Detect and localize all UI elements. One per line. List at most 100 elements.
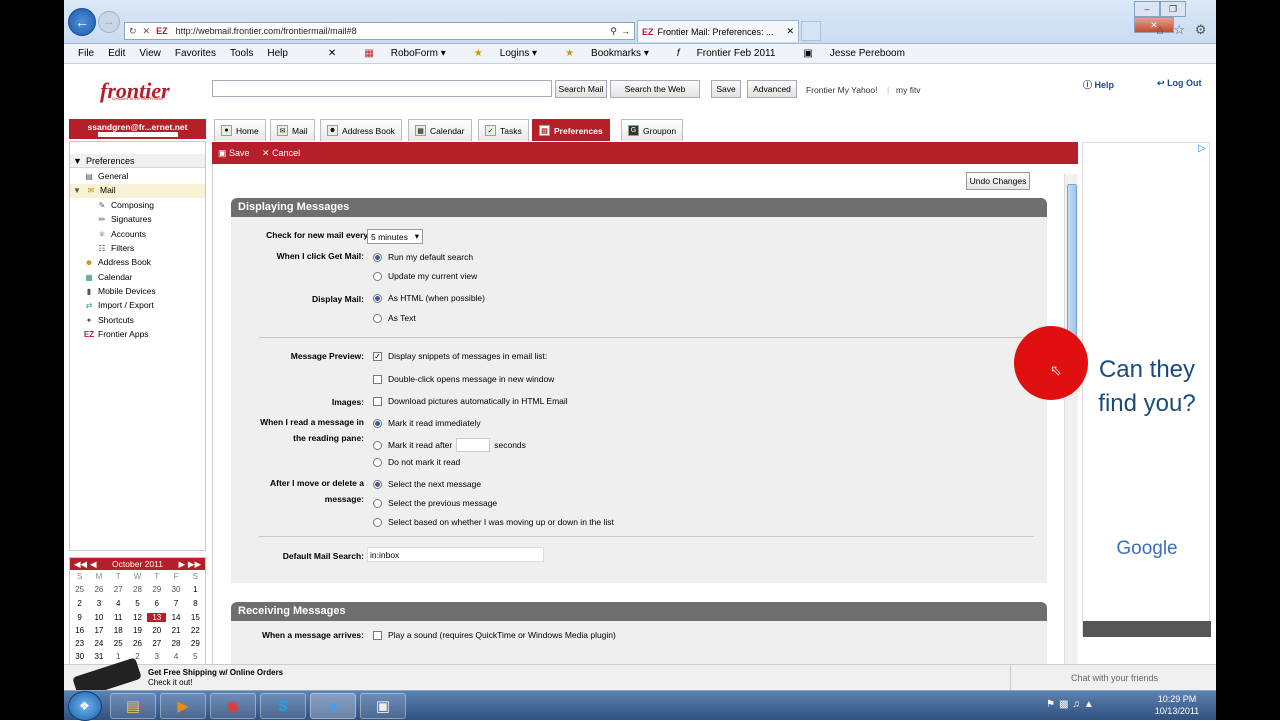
- calendar-day[interactable]: 25: [109, 639, 128, 648]
- calendar-day[interactable]: 6: [147, 599, 166, 608]
- calendar-day[interactable]: 21: [166, 626, 185, 635]
- calendar-day[interactable]: 31: [89, 652, 108, 661]
- fav-jesse[interactable]: ▣ Jesse Pereboom: [789, 48, 905, 59]
- gear-icon[interactable]: ⚙: [1195, 22, 1207, 37]
- radio-selected[interactable]: [373, 293, 382, 303]
- calendar-day[interactable]: 26: [128, 639, 147, 648]
- preview-double-click-option[interactable]: Double-click opens message in new window: [373, 374, 554, 384]
- calendar-day[interactable]: 5: [128, 599, 147, 608]
- do-not-mark-read-option[interactable]: Do not mark it read: [373, 457, 460, 467]
- select-previous-option[interactable]: Select the previous message: [373, 498, 497, 508]
- check-interval-select[interactable]: 5 minutes ▾: [367, 229, 423, 244]
- display-html-option[interactable]: As HTML (when possible): [373, 293, 485, 303]
- nav-signatures[interactable]: ✏ Signatures: [97, 214, 152, 224]
- calendar-day[interactable]: 25: [70, 585, 89, 594]
- nav-mail[interactable]: ▼ ✉ Mail: [72, 185, 116, 195]
- nav-calendar[interactable]: ▦ Calendar: [84, 272, 132, 282]
- default-search-input[interactable]: in:inbox: [367, 547, 544, 562]
- link-my-fitv[interactable]: my fitv: [896, 85, 921, 95]
- menu-edit[interactable]: Edit: [108, 48, 125, 59]
- tab-close-icon[interactable]: ✕: [786, 26, 794, 37]
- display-text-option[interactable]: As Text: [373, 313, 416, 323]
- browser-tab[interactable]: EZ Frontier Mail: Preferences: ... ✕: [637, 20, 799, 42]
- search-input[interactable]: [212, 80, 552, 97]
- calendar-day[interactable]: 18: [109, 626, 128, 635]
- calendar-day[interactable]: 3: [147, 652, 166, 661]
- radio-selected[interactable]: [373, 418, 382, 428]
- tab-tasks[interactable]: ✓ Tasks: [478, 119, 529, 141]
- read-after-option[interactable]: Mark it read after seconds: [373, 438, 526, 452]
- calendar-day[interactable]: 16: [70, 626, 89, 635]
- nav-general[interactable]: ▤ General: [84, 171, 128, 181]
- promo-text[interactable]: Get Free Shipping w/ Online Orders: [148, 668, 283, 677]
- tab-groupon[interactable]: G Groupon: [621, 119, 684, 141]
- checkbox-checked[interactable]: ✓: [373, 351, 382, 361]
- getmail-default-search-option[interactable]: Run my default search: [373, 252, 473, 262]
- advanced-search-button[interactable]: Advanced: [747, 80, 797, 98]
- select-direction-option[interactable]: Select based on whether I was moving up …: [373, 517, 614, 527]
- preferences-heading[interactable]: ▼ Preferences: [70, 154, 205, 168]
- calendar-day[interactable]: 3: [89, 599, 108, 608]
- tab-home[interactable]: ● Home: [214, 119, 266, 141]
- chat-bar[interactable]: Chat with your friends: [1010, 665, 1216, 691]
- calendar-day[interactable]: 22: [186, 626, 205, 635]
- search-web-button[interactable]: Search the Web: [610, 80, 700, 98]
- system-clock[interactable]: 10:29 PM 10/13/2011: [1138, 693, 1216, 717]
- calendar-day[interactable]: 30: [70, 652, 89, 661]
- calendar-day[interactable]: 4: [166, 652, 185, 661]
- favorites-star-icon[interactable]: ☆: [1173, 22, 1185, 37]
- calendar-day[interactable]: 14: [166, 613, 185, 622]
- fav-logins[interactable]: ★ Logins ▾: [460, 48, 537, 59]
- checkbox-unchecked[interactable]: [373, 396, 382, 406]
- taskbar-media[interactable]: ▶: [160, 693, 206, 719]
- nav-composing[interactable]: ✎ Composing: [97, 200, 154, 210]
- calendar-day[interactable]: 19: [128, 626, 147, 635]
- radio-unselected[interactable]: [373, 498, 382, 508]
- save-button[interactable]: ▣ Save: [218, 148, 250, 159]
- nav-filters[interactable]: ☷ Filters: [97, 243, 134, 253]
- checkbox-unchecked[interactable]: [373, 630, 382, 640]
- forward-button[interactable]: →: [98, 11, 120, 33]
- calendar-day[interactable]: 11: [109, 613, 128, 622]
- home-icon[interactable]: ⌂: [1156, 22, 1164, 37]
- fav-roboform[interactable]: ▦ RoboForm ▾: [350, 48, 446, 59]
- calendar-day[interactable]: 26: [89, 585, 108, 594]
- images-download-option[interactable]: Download pictures automatically in HTML …: [373, 396, 568, 406]
- search-icon[interactable]: ⚲: [610, 26, 617, 37]
- calendar-day[interactable]: 28: [166, 639, 185, 648]
- nav-mobile-devices[interactable]: ▮ Mobile Devices: [84, 286, 156, 296]
- tab-calendar[interactable]: ▦ Calendar: [408, 119, 472, 141]
- prev-year-icon[interactable]: ◀◀: [74, 558, 87, 570]
- calendar-day[interactable]: 1: [186, 585, 205, 594]
- search-mail-button[interactable]: Search Mail: [555, 80, 607, 98]
- minimize-button[interactable]: –: [1134, 1, 1160, 17]
- next-month-icon[interactable]: ▶: [178, 558, 185, 570]
- calendar-day[interactable]: 28: [128, 585, 147, 594]
- back-button[interactable]: ←: [68, 8, 96, 36]
- calendar-day[interactable]: 7: [166, 599, 185, 608]
- calendar-day[interactable]: 4: [109, 599, 128, 608]
- nav-address-book[interactable]: ☻ Address Book: [84, 257, 151, 267]
- calendar-day[interactable]: 15: [186, 613, 205, 622]
- link-my-yahoo[interactable]: Frontier My Yahoo!: [806, 85, 878, 95]
- radio-unselected[interactable]: [373, 517, 382, 527]
- menu-tools[interactable]: Tools: [230, 48, 253, 59]
- calendar-day[interactable]: 23: [70, 639, 89, 648]
- calendar-day[interactable]: 10: [89, 613, 108, 622]
- radio-unselected[interactable]: [373, 440, 382, 450]
- advertisement-panel[interactable]: ▷ Can they find you? Google: [1082, 142, 1211, 637]
- calendar-day[interactable]: 20: [147, 626, 166, 635]
- menu-help[interactable]: Help: [267, 48, 288, 59]
- system-tray[interactable]: ⚑▩♫▲: [1046, 699, 1098, 710]
- content-scrollbar[interactable]: [1064, 174, 1078, 664]
- taskbar-skype[interactable]: S: [260, 693, 306, 719]
- nav-import-export[interactable]: ⇄ Import / Export: [84, 300, 154, 310]
- nav-accounts[interactable]: ⚛ Accounts: [97, 229, 146, 239]
- logout-link[interactable]: ↩ Log Out: [1157, 78, 1202, 89]
- help-link[interactable]: ⓘ Help: [1083, 78, 1114, 91]
- read-after-seconds-input[interactable]: [456, 438, 491, 452]
- nav-frontier-apps[interactable]: EZ Frontier Apps: [84, 329, 149, 339]
- adchoices-icon[interactable]: ▷: [1198, 143, 1206, 154]
- tab-preferences[interactable]: ▤ Preferences: [532, 119, 610, 141]
- next-year-icon[interactable]: ▶▶: [188, 558, 201, 570]
